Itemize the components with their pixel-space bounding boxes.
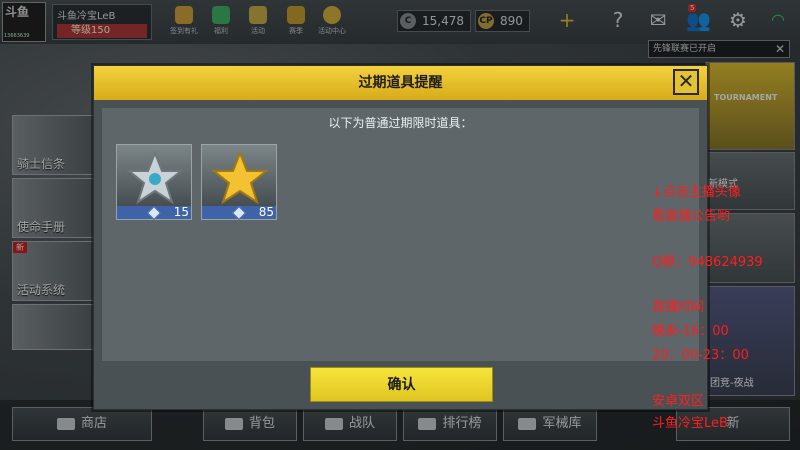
confirm-button[interactable]: 确认	[310, 367, 493, 402]
overlay-line-11: 斗鱼冷宝LeB	[652, 416, 728, 431]
expired-item-gold-star[interactable]: 85	[201, 144, 277, 221]
gold-star-icon	[212, 151, 268, 205]
overlay-line-7: 晚来-16：00	[652, 324, 729, 339]
item-count: 15	[173, 205, 189, 219]
overlay-line-1: ↓点击主播头像	[652, 185, 741, 200]
overlay-line-8: 20：00-23：00	[652, 348, 749, 363]
dialog-header: 过期道具提醒 ✕	[94, 66, 707, 100]
expired-items-dialog: 过期道具提醒 ✕ 以下为普通过期限时道具： 15 85 确认	[93, 65, 708, 410]
overlay-line-4: Q群：948624939	[652, 255, 763, 270]
expired-item-silver-star[interactable]: 15	[116, 144, 192, 221]
overlay-line-6: 直播时间	[652, 300, 705, 315]
overlay-line-10: 安卓双区	[652, 394, 705, 409]
close-icon[interactable]: ✕	[673, 69, 699, 95]
dialog-title: 过期道具提醒	[358, 75, 443, 91]
item-count: 85	[258, 205, 274, 219]
silver-star-icon	[127, 151, 183, 205]
dialog-body: 以下为普通过期限时道具： 15 85	[102, 108, 699, 361]
dialog-subtitle: 以下为普通过期限时道具：	[328, 116, 473, 130]
overlay-line-2: 看直播公告哟	[652, 209, 731, 224]
